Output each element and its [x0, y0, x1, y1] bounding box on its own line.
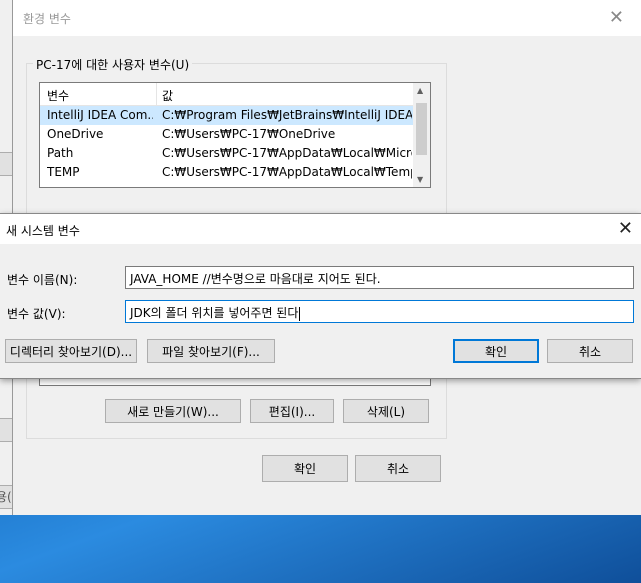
list-item[interactable]: Path C:₩Users₩PC-17₩AppData₩Local₩Micros… [40, 144, 430, 163]
variable-value: C:₩Program Files₩JetBrains₩IntelliJ IDEA… [162, 108, 412, 122]
browse-directory-button[interactable]: 디렉터리 찾아보기(D)... [5, 339, 137, 363]
column-header-value[interactable]: 값 [162, 87, 173, 104]
column-header-variable[interactable]: 변수 [47, 87, 69, 104]
edit-variable-button[interactable]: 편집(I)... [250, 399, 334, 423]
variable-value-input[interactable]: JDK의 폴더 위치를 넣어주면 된다 [125, 300, 634, 323]
browse-file-button[interactable]: 파일 찾아보기(F)... [147, 339, 275, 363]
variable-name: Path [47, 146, 74, 160]
new-system-variable-dialog: 새 시스템 변수 ✕ 변수 이름(N): JAVA_HOME //변수명으로 마… [0, 213, 641, 379]
env-title: 환경 변수 [23, 12, 71, 26]
variable-value: C:₩Users₩PC-17₩AppData₩Local₩Temp [162, 165, 412, 179]
new-var-titlebar: 새 시스템 변수 ✕ [0, 214, 641, 244]
user-variables-label: PC-17에 대한 사용자 변수(U) [33, 56, 193, 73]
variable-value: C:₩Users₩PC-17₩OneDrive [162, 127, 336, 141]
variable-name: IntelliJ IDEA Com... [47, 108, 153, 122]
ok-button[interactable]: 확인 [453, 339, 539, 363]
variable-value-label: 변수 값(V): [7, 307, 66, 321]
close-icon[interactable]: ✕ [609, 7, 624, 28]
variable-name-value: JAVA_HOME //변수명으로 마음대로 지어도 된다. [130, 272, 381, 286]
variable-name: OneDrive [47, 127, 104, 141]
new-var-title: 새 시스템 변수 [6, 224, 80, 238]
delete-variable-button[interactable]: 삭제(L) [343, 399, 429, 423]
new-variable-button[interactable]: 새로 만들기(W)... [105, 399, 241, 423]
scroll-up-icon[interactable]: ▲ [417, 86, 423, 95]
close-icon[interactable]: ✕ [618, 218, 633, 239]
list-scrollbar[interactable]: ▲ ▼ [413, 83, 430, 187]
variable-value: C:₩Users₩PC-17₩AppData₩Local₩Micros... [162, 146, 412, 160]
text-caret [299, 306, 301, 321]
env-titlebar: 환경 변수 ✕ [13, 0, 641, 36]
background-button-fragment [0, 418, 12, 442]
user-variables-list[interactable]: 변수 값 IntelliJ IDEA Com... C:₩Program Fil… [39, 82, 431, 188]
list-item[interactable]: IntelliJ IDEA Com... C:₩Program Files₩Je… [40, 106, 430, 125]
cancel-button[interactable]: 취소 [547, 339, 633, 363]
scrollbar-thumb[interactable] [416, 103, 427, 155]
list-header: 변수 값 [40, 83, 430, 106]
env-cancel-button[interactable]: 취소 [355, 455, 441, 482]
variable-name-label: 변수 이름(N): [7, 273, 78, 287]
background-cut-text: 용( [0, 490, 12, 504]
scroll-down-icon[interactable]: ▼ [417, 175, 423, 184]
background-button-fragment [0, 152, 12, 176]
env-ok-button[interactable]: 확인 [262, 455, 348, 482]
list-item[interactable]: TEMP C:₩Users₩PC-17₩AppData₩Local₩Temp [40, 163, 430, 182]
variable-name: TEMP [47, 165, 80, 179]
variable-name-input[interactable]: JAVA_HOME //변수명으로 마음대로 지어도 된다. [125, 266, 634, 289]
list-item[interactable]: OneDrive C:₩Users₩PC-17₩OneDrive [40, 125, 430, 144]
variable-value-value: JDK의 폴더 위치를 넣어주면 된다 [130, 306, 299, 320]
